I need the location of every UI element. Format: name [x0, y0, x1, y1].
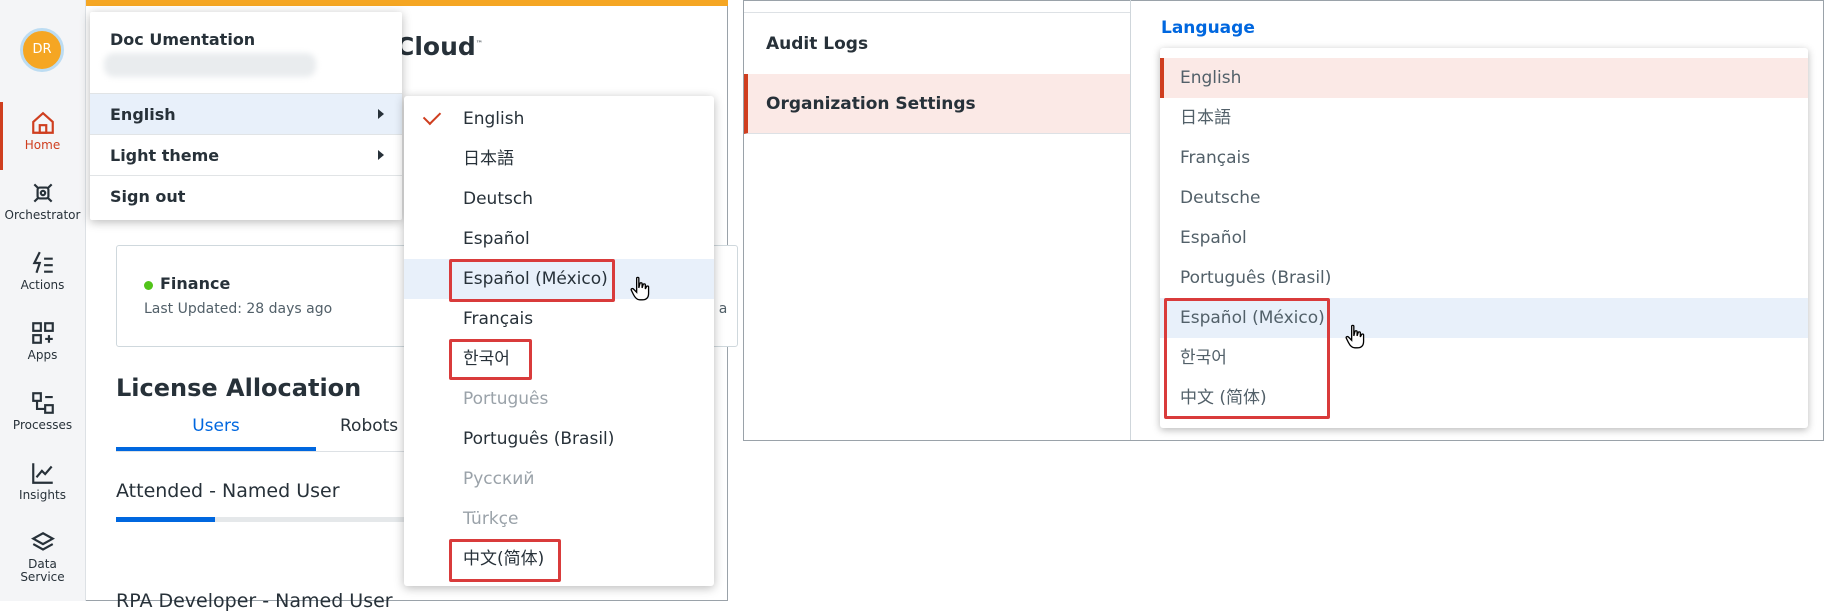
language-option-label: 日本語 [1180, 108, 1231, 128]
tab-users-underline [116, 447, 316, 451]
avatar[interactable]: DR [20, 28, 64, 72]
language-option-espanol[interactable]: Español [404, 219, 714, 259]
tab-robots[interactable]: Robots [340, 416, 398, 436]
nav-home[interactable]: Home [0, 102, 85, 170]
rpa-developer-label: RPA Developer - Named User [116, 590, 393, 612]
language-option-english[interactable]: English [1160, 58, 1808, 98]
tab-users[interactable]: Users [116, 416, 316, 436]
apps-icon [31, 322, 54, 344]
nav-apps-label: Apps [27, 348, 58, 362]
nav-processes-label: Processes [12, 418, 73, 432]
language-option-label: Português [463, 389, 549, 409]
actions-icon [32, 251, 53, 274]
processes-icon [31, 392, 54, 414]
nav-processes[interactable]: Processes [0, 382, 85, 450]
tenant-last-updated: Last Updated: 28 days ago [144, 301, 333, 317]
nav-insights[interactable]: Insights [0, 452, 85, 520]
tenant-name[interactable]: Finance [160, 274, 230, 293]
nav-organization-settings-label: Organization Settings [766, 94, 976, 114]
language-option-label: 日本語 [463, 149, 514, 169]
attended-named-user-label: Attended - Named User [116, 480, 340, 502]
nav-data-service-label: Data [28, 557, 57, 571]
data-service-icon [30, 532, 55, 551]
settings-column-divider [1130, 0, 1131, 440]
menu-item-language-label: English [110, 105, 176, 124]
nav-orchestrator[interactable]: Orchestrator [0, 172, 85, 240]
user-name: Doc Umentation [110, 30, 256, 49]
insights-icon [31, 463, 53, 484]
language-option-turkce: Türkçe [404, 499, 714, 539]
nav-apps[interactable]: Apps [0, 312, 85, 380]
home-icon [31, 111, 54, 134]
nav-data-service-label-2: Service [20, 570, 65, 584]
language-option-espanol[interactable]: Español [1160, 218, 1808, 258]
language-option-label: Português (Brasil) [1180, 268, 1332, 288]
highlight-box [449, 539, 561, 582]
language-option-label: Português (Brasil) [463, 429, 615, 449]
app-logo: Cloud™ [396, 32, 483, 61]
menu-item-sign-out-label: Sign out [110, 187, 186, 206]
language-option-label: Español [463, 229, 530, 249]
highlight-box [449, 259, 615, 302]
language-option-label: Deutsche [1180, 188, 1261, 208]
top-accent-bar [86, 0, 728, 6]
nav-actions[interactable]: Actions [0, 242, 85, 310]
highlight-box [449, 339, 532, 380]
attended-progress-fill [116, 517, 215, 522]
language-option-label: Русский [463, 469, 535, 489]
language-option-portugues: Português [404, 379, 714, 419]
menu-item-theme-label: Light theme [110, 146, 220, 165]
nav-top-divider [744, 12, 1130, 13]
tab-divider [116, 451, 416, 452]
nav-organization-settings[interactable]: Organization Settings [744, 74, 1130, 134]
language-option-deutsch[interactable]: Deutsch [404, 179, 714, 219]
language-option-russian: Русский [404, 459, 714, 499]
language-option-francais[interactable]: Français [1160, 138, 1808, 178]
user-email-blurred [104, 53, 316, 77]
menu-item-language[interactable]: English [90, 93, 402, 134]
nav-data-service[interactable]: Data Service [0, 522, 85, 590]
orchestrator-icon [33, 183, 52, 203]
nav-actions-label: Actions [20, 278, 65, 292]
nav-audit-logs-label: Audit Logs [766, 34, 869, 54]
hand-cursor-icon [630, 276, 650, 301]
license-allocation-title: License Allocation [116, 374, 362, 402]
chevron-right-icon [378, 150, 384, 160]
nav-audit-logs[interactable]: Audit Logs [744, 14, 1130, 74]
menu-item-sign-out[interactable]: Sign out [90, 175, 402, 216]
language-option-label: Español [1180, 228, 1247, 248]
nav-home-label: Home [24, 138, 61, 152]
language-option-label: English [463, 109, 525, 129]
highlight-box [1164, 298, 1330, 419]
nav-orchestrator-label: Orchestrator [4, 208, 81, 222]
language-option-japanese[interactable]: 日本語 [404, 139, 714, 179]
chevron-right-icon [378, 109, 384, 119]
language-option-label: Deutsch [463, 189, 533, 209]
language-option-francais[interactable]: Français [404, 299, 714, 339]
language-option-japanese[interactable]: 日本語 [1160, 98, 1808, 138]
language-option-portugues-brasil[interactable]: Português (Brasil) [1160, 258, 1808, 298]
nav-insights-label: Insights [19, 488, 66, 502]
logo-trademark: ™ [475, 39, 483, 48]
language-option-portugues-brasil[interactable]: Português (Brasil) [404, 419, 714, 459]
hand-cursor-icon [1345, 324, 1365, 349]
status-dot [144, 281, 153, 290]
language-option-label: Français [463, 309, 534, 329]
logo-text: Cloud [396, 32, 476, 61]
language-label: Language [1161, 18, 1255, 38]
language-option-label: English [1180, 68, 1242, 88]
language-option-label: Français [1180, 148, 1251, 168]
language-option-english[interactable]: English [404, 99, 714, 139]
menu-item-theme[interactable]: Light theme [90, 134, 402, 175]
language-option-deutsche[interactable]: Deutsche [1160, 178, 1808, 218]
language-option-label: Türkçe [463, 509, 519, 529]
side-navigation: DR Home Orchestrator Actions Apps Proces… [0, 0, 86, 601]
